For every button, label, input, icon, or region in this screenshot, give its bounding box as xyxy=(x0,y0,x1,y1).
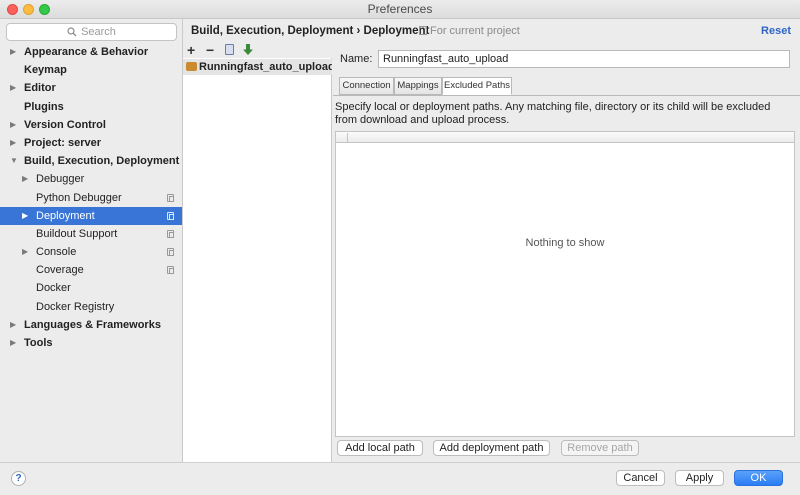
sidebar-item-editor[interactable]: ▶ Editor xyxy=(0,79,182,97)
search-input[interactable]: Search xyxy=(6,23,177,41)
project-level-icon xyxy=(167,211,174,220)
collapsed-arrow-icon[interactable]: ▶ xyxy=(10,116,16,134)
collapsed-arrow-icon[interactable]: ▶ xyxy=(22,170,28,188)
server-list-pane: + − Runningfast_auto_upload xyxy=(183,42,332,462)
sidebar-item-deployment[interactable]: ▶ Deployment xyxy=(0,206,182,225)
help-button[interactable]: ? xyxy=(11,471,26,486)
copy-server-icon[interactable] xyxy=(225,44,234,55)
close-window-button[interactable] xyxy=(7,4,18,15)
preferences-window: Preferences Search ▶ Appearance & Behavio… xyxy=(0,0,800,495)
collapsed-arrow-icon[interactable]: ▶ xyxy=(10,134,16,152)
sidebar-item-label: Keymap xyxy=(24,64,67,77)
sidebar-item-version-control[interactable]: ▶ Version Control xyxy=(0,116,182,134)
sidebar-item-keymap[interactable]: Keymap xyxy=(0,61,182,79)
sidebar-item-label: Docker xyxy=(36,282,71,295)
sidebar-item-python-debugger[interactable]: Python Debugger xyxy=(0,189,182,207)
tab-connection[interactable]: Connection xyxy=(339,77,394,95)
project-level-icon xyxy=(167,266,174,275)
ok-button[interactable]: OK xyxy=(734,470,783,486)
expanded-arrow-icon[interactable]: ▼ xyxy=(10,152,18,170)
title-bar: Preferences xyxy=(0,0,800,19)
collapsed-arrow-icon[interactable]: ▶ xyxy=(10,334,16,352)
sidebar-item-console[interactable]: ▶ Console xyxy=(0,243,182,261)
sftp-server-icon xyxy=(186,62,197,71)
remove-server-button[interactable]: − xyxy=(206,42,214,58)
cancel-button[interactable]: Cancel xyxy=(616,470,665,486)
sidebar-item-label: Tools xyxy=(24,337,53,349)
server-name: Runningfast_auto_upload xyxy=(199,61,332,73)
zoom-window-button[interactable] xyxy=(39,4,50,15)
project-level-icon xyxy=(167,193,174,202)
dialog-footer: ? Cancel Apply OK xyxy=(0,462,800,495)
sidebar-item-label: Docker Registry xyxy=(36,300,115,313)
sidebar-item-label: Python Debugger xyxy=(36,191,122,204)
sidebar-item-label: Deployment xyxy=(36,209,95,222)
collapsed-arrow-icon[interactable]: ▶ xyxy=(22,243,28,261)
sidebar-item-docker[interactable]: Docker xyxy=(0,279,182,297)
add-local-path-button[interactable]: Add local path xyxy=(337,440,423,456)
sidebar-item-project-server[interactable]: ▶ Project: server xyxy=(0,134,182,152)
sidebar-item-label: Build, Execution, Deployment xyxy=(24,155,180,168)
sidebar-item-label: Editor xyxy=(24,82,56,95)
excluded-paths-table[interactable]: Nothing to show xyxy=(335,131,795,437)
sidebar-item-label: Plugins xyxy=(24,100,64,113)
breadcrumb: Build, Execution, Deployment › Deploymen… xyxy=(191,25,430,37)
collapsed-arrow-icon[interactable]: ▶ xyxy=(10,43,16,61)
sidebar-item-label: Buildout Support xyxy=(36,227,118,240)
server-list-item[interactable]: Runningfast_auto_upload xyxy=(183,59,332,75)
sidebar-item-label: Appearance & Behavior xyxy=(24,46,149,58)
sidebar-item-buildout-support[interactable]: Buildout Support xyxy=(0,225,182,243)
collapsed-arrow-icon[interactable]: ▶ xyxy=(10,316,16,334)
sidebar-item-build-execution-deployment[interactable]: ▼ Build, Execution, Deployment xyxy=(0,152,182,170)
sidebar-item-label: Languages & Frameworks xyxy=(24,318,161,331)
deployment-config-panel: Name: Runningfast_auto_upload Connection… xyxy=(333,43,800,462)
sidebar-item-label: Debugger xyxy=(36,173,85,186)
apply-button[interactable]: Apply xyxy=(675,470,724,486)
scope-label: For current project xyxy=(430,25,520,37)
sidebar-item-appearance-behavior[interactable]: ▶ Appearance & Behavior xyxy=(0,43,182,61)
table-header xyxy=(336,132,794,143)
sidebar-item-label: Project: server xyxy=(24,136,102,149)
server-toolbar: + − xyxy=(183,42,332,58)
sidebar-item-label: Version Control xyxy=(24,118,106,131)
settings-tree: ▶ Appearance & Behavior Keymap ▶ Editor Plugi… xyxy=(0,43,182,352)
settings-header: Build, Execution, Deployment › Deploymen… xyxy=(183,19,800,43)
excluded-paths-panel: Specify local or deployment paths. Any m… xyxy=(333,95,800,462)
search-placeholder: Search xyxy=(81,26,116,38)
sidebar-item-plugins[interactable]: Plugins xyxy=(0,98,182,116)
project-level-icon xyxy=(167,229,174,238)
sidebar-item-debugger[interactable]: ▶ Debugger xyxy=(0,170,182,188)
collapsed-arrow-icon[interactable]: ▶ xyxy=(22,207,28,225)
excluded-paths-description: Specify local or deployment paths. Any m… xyxy=(335,101,771,126)
sidebar-item-coverage[interactable]: Coverage xyxy=(0,261,182,279)
scope-indicator: For current project xyxy=(419,25,520,37)
empty-state-text: Nothing to show xyxy=(525,237,605,249)
tab-mappings[interactable]: Mappings xyxy=(394,77,442,95)
sidebar-item-tools[interactable]: ▶ Tools xyxy=(0,334,182,352)
name-label: Name: xyxy=(340,53,373,65)
use-as-default-icon[interactable] xyxy=(243,44,253,55)
add-server-button[interactable]: + xyxy=(187,42,195,58)
reset-link[interactable]: Reset xyxy=(761,25,791,37)
settings-sidebar: Search ▶ Appearance & Behavior Keymap ▶ Edit… xyxy=(0,19,183,462)
tab-excluded-paths[interactable]: Excluded Paths xyxy=(442,77,512,95)
remove-path-button[interactable]: Remove path xyxy=(561,440,639,456)
project-scope-icon xyxy=(419,26,427,35)
name-field[interactable]: Runningfast_auto_upload xyxy=(378,50,790,68)
sidebar-item-label: Coverage xyxy=(36,264,84,277)
window-title: Preferences xyxy=(367,2,433,16)
collapsed-arrow-icon[interactable]: ▶ xyxy=(10,79,16,97)
search-icon xyxy=(67,27,77,37)
sidebar-item-languages-frameworks[interactable]: ▶ Languages & Frameworks xyxy=(0,316,182,334)
project-level-icon xyxy=(167,248,174,257)
sidebar-item-label: Console xyxy=(36,246,77,259)
minimize-window-button[interactable] xyxy=(23,4,34,15)
sidebar-item-docker-registry[interactable]: Docker Registry xyxy=(0,298,182,316)
add-deployment-path-button[interactable]: Add deployment path xyxy=(433,440,550,456)
